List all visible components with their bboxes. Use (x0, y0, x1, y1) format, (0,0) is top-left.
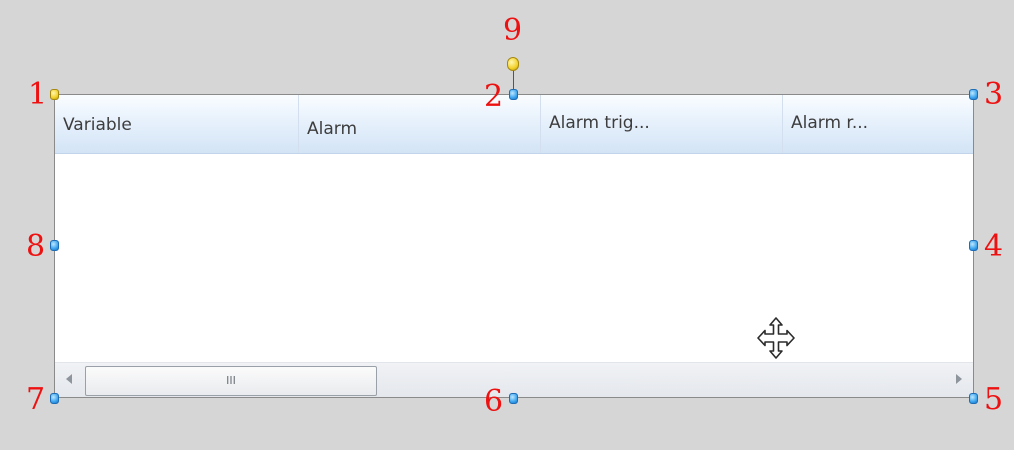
handle-label-9: 9 (503, 13, 523, 48)
handle-label-6: 6 (484, 384, 504, 419)
handle-label-2: 2 (484, 79, 504, 114)
resize-handle-top[interactable] (509, 89, 518, 100)
column-header-alarm[interactable]: Alarm (299, 95, 541, 153)
rotation-handle[interactable] (507, 57, 519, 71)
handle-label-4: 4 (984, 229, 1004, 264)
alarm-table-widget[interactable]: Variable Alarm Alarm trig... Alarm r... … (54, 94, 974, 398)
column-header-alarm-r[interactable]: Alarm r... (783, 95, 973, 153)
handle-label-8: 8 (26, 229, 46, 264)
resize-handle-bottom[interactable] (509, 393, 518, 404)
column-header-label: Alarm r... (791, 113, 869, 133)
handle-label-1: 1 (28, 77, 48, 112)
resize-handle-bottom-left[interactable] (50, 393, 59, 404)
column-header-variable[interactable]: Variable (55, 95, 299, 153)
resize-handle-top-left[interactable] (50, 89, 59, 100)
resize-handle-bottom-right[interactable] (969, 393, 978, 404)
column-header-alarm-trigger[interactable]: Alarm trig... (541, 95, 783, 153)
column-header-label: Variable (63, 115, 132, 135)
move-cursor-icon (757, 317, 795, 359)
resize-handle-top-right[interactable] (969, 89, 978, 100)
scroll-right-arrow-icon[interactable] (956, 374, 962, 384)
resize-handle-left[interactable] (50, 240, 59, 251)
scrollbar-thumb[interactable]: III (85, 366, 377, 396)
column-header-label: Alarm trig... (549, 113, 650, 133)
scrollbar-grip: III (226, 374, 236, 387)
table-header: Variable Alarm Alarm trig... Alarm r... (55, 95, 973, 154)
handle-label-7: 7 (26, 382, 46, 417)
design-canvas: Variable Alarm Alarm trig... Alarm r... … (0, 0, 1014, 450)
horizontal-scrollbar[interactable]: III (55, 362, 973, 397)
resize-handle-right[interactable] (969, 240, 978, 251)
handle-label-3: 3 (984, 77, 1004, 112)
handle-label-5: 5 (984, 382, 1004, 417)
column-header-label: Alarm (307, 119, 358, 139)
scroll-left-arrow-icon[interactable] (66, 374, 72, 384)
table-body (55, 154, 973, 363)
